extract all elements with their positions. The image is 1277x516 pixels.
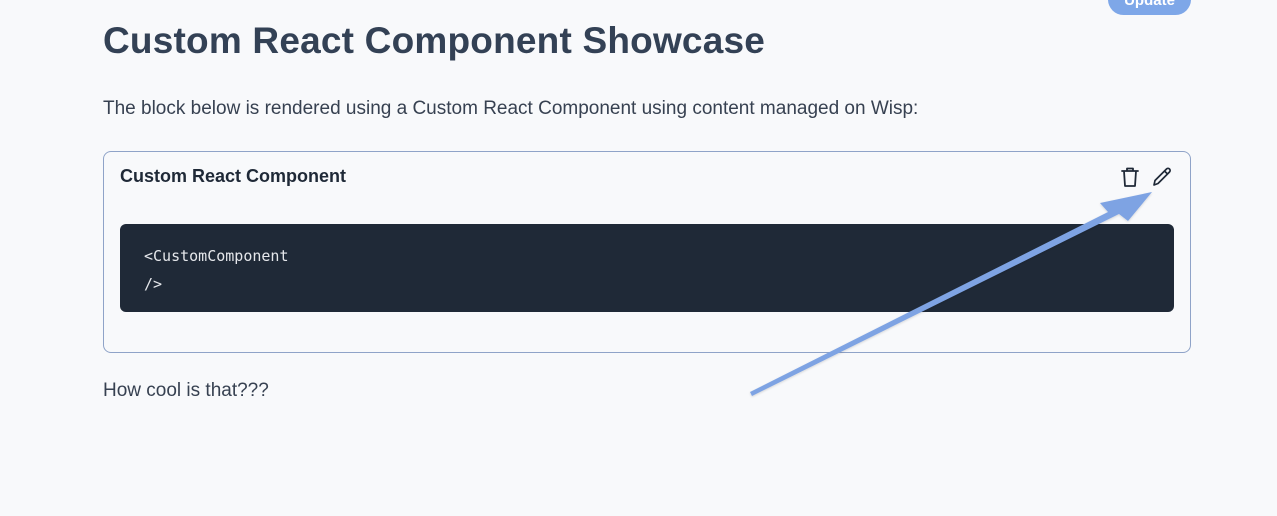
code-line: /> [144, 275, 163, 293]
page-title: Custom React Component Showcase [103, 20, 766, 61]
custom-component-block: Custom React Component <CustomComponent … [103, 151, 1191, 353]
update-button[interactable]: Update [1108, 0, 1191, 15]
outro-paragraph: How cool is that??? [103, 380, 269, 401]
code-line: <CustomComponent [144, 247, 289, 265]
code-preview: <CustomComponent /> [120, 224, 1174, 312]
pencil-icon [1153, 167, 1171, 186]
intro-paragraph: The block below is rendered using a Cust… [103, 98, 919, 119]
delete-block-button[interactable] [1117, 164, 1143, 190]
page: Update Custom React Component Showcase T… [0, 0, 1277, 516]
trash-icon [1121, 167, 1139, 187]
block-title: Custom React Component [120, 166, 347, 186]
edit-block-button[interactable] [1149, 164, 1175, 190]
